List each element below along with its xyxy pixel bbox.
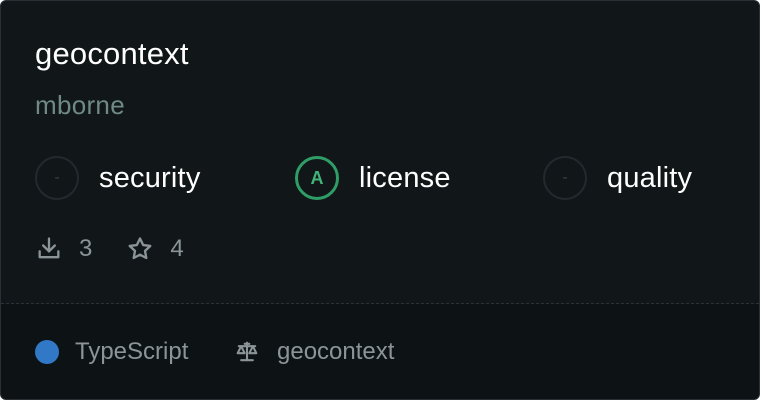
license-name: geocontext <box>277 338 395 365</box>
downloads-stat: 3 <box>35 234 92 264</box>
downloads-count: 3 <box>79 235 93 262</box>
download-icon <box>35 235 63 263</box>
metric-license-label: license <box>359 162 451 194</box>
metric-license: A license <box>295 154 451 202</box>
scale-icon <box>233 338 261 366</box>
package-card[interactable]: geocontext mborne - security A license -… <box>0 0 760 400</box>
metric-security: - security <box>35 154 201 202</box>
stars-stat: 4 <box>126 234 184 264</box>
license-info: geocontext <box>233 336 394 368</box>
language-info: TypeScript <box>35 336 188 368</box>
metric-quality-label: quality <box>607 162 693 194</box>
metric-quality: - quality <box>543 154 692 202</box>
star-icon <box>126 235 154 263</box>
language-name: TypeScript <box>75 338 189 365</box>
license-grade-badge: A <box>295 156 339 200</box>
language-color-dot <box>35 340 59 364</box>
security-grade-badge: - <box>35 156 79 200</box>
package-name[interactable]: geocontext <box>35 35 189 73</box>
quality-grade-badge: - <box>543 156 587 200</box>
stars-count: 4 <box>170 235 184 262</box>
package-stats: 3 4 <box>35 233 218 265</box>
package-owner[interactable]: mborne <box>35 89 125 121</box>
package-card-body: geocontext mborne - security A license -… <box>1 1 759 303</box>
metric-security-label: security <box>99 162 201 194</box>
